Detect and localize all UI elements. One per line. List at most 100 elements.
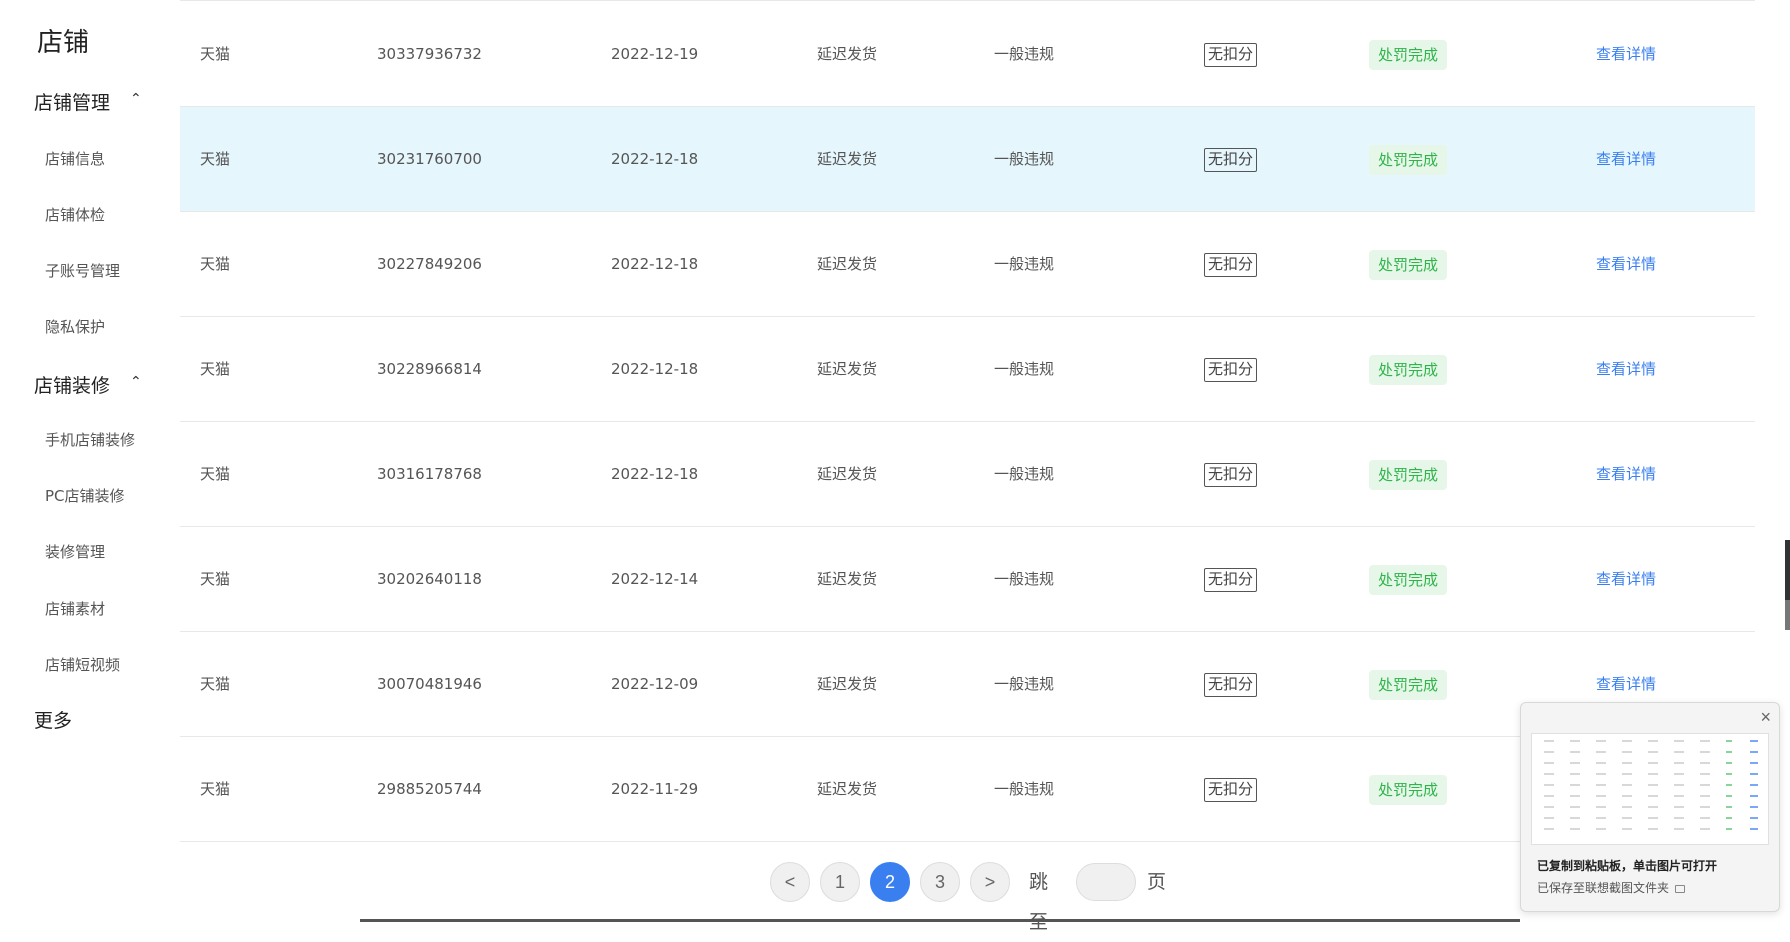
table-row[interactable]: 天猫 30231760700 2022-12-18 延迟发货 一般违规 无扣分 处罚完成 查看… bbox=[180, 107, 1755, 212]
sidebar-more[interactable]: 更多 bbox=[34, 706, 72, 733]
folder-icon[interactable] bbox=[1675, 884, 1686, 893]
thumbnail-mark bbox=[1700, 740, 1710, 742]
thumbnail-mark bbox=[1596, 773, 1606, 775]
close-icon[interactable]: × bbox=[1760, 707, 1771, 728]
violation-type-cell: 延迟发货 bbox=[817, 675, 878, 693]
toast-title: 已复制到粘贴板，单击图片可打开 bbox=[1537, 859, 1718, 873]
thumbnail-mark bbox=[1622, 828, 1632, 830]
next-page-button[interactable]: > bbox=[970, 862, 1010, 902]
platform-cell: 天猫 bbox=[200, 255, 231, 273]
score-cell: 无扣分 bbox=[1204, 2, 1258, 107]
violation-level-cell: 一般违规 bbox=[994, 150, 1055, 168]
thumbnail-mark bbox=[1700, 817, 1710, 819]
thumbnail-mark bbox=[1750, 773, 1758, 775]
table-row[interactable]: 天猫 30227849206 2022-12-18 延迟发货 一般违规 无扣分 处罚完成 查看… bbox=[180, 212, 1755, 317]
view-details-link[interactable]: 查看详情 bbox=[1596, 317, 1656, 422]
status-badge: 处罚完成 bbox=[1369, 564, 1448, 595]
violation-type-cell: 延迟发货 bbox=[817, 570, 878, 588]
thumbnail-mark bbox=[1622, 784, 1632, 786]
chevron-up-icon: ⌃ bbox=[130, 91, 142, 107]
violation-type-cell: 延迟发货 bbox=[817, 255, 878, 273]
screenshot-thumbnail[interactable] bbox=[1531, 733, 1769, 845]
violation-type-cell: 延迟发货 bbox=[817, 360, 878, 378]
thumbnail-mark bbox=[1596, 817, 1606, 819]
thumbnail-mark bbox=[1700, 773, 1710, 775]
thumbnail-mark bbox=[1648, 795, 1658, 797]
sidebar-group-shop-management[interactable]: 店铺管理 ⌃ bbox=[34, 88, 142, 115]
sidebar-item-mobile-decoration[interactable]: 手机店铺装修 bbox=[45, 429, 135, 450]
status-cell: 处罚完成 bbox=[1369, 527, 1448, 632]
violation-level-cell: 一般违规 bbox=[994, 780, 1055, 798]
thumbnail-mark bbox=[1648, 751, 1658, 753]
thumbnail-mark bbox=[1750, 740, 1758, 742]
view-details-link[interactable]: 查看详情 bbox=[1596, 2, 1656, 107]
thumbnail-mark bbox=[1648, 773, 1658, 775]
view-details-link[interactable]: 查看详情 bbox=[1596, 107, 1656, 212]
sidebar-item-privacy[interactable]: 隐私保护 bbox=[45, 316, 105, 337]
thumbnail-mark bbox=[1596, 806, 1606, 808]
thumbnail-mark bbox=[1596, 762, 1606, 764]
page-2-button[interactable]: 2 bbox=[870, 862, 910, 902]
sidebar-group-shop-decoration[interactable]: 店铺装修 ⌃ bbox=[34, 371, 142, 398]
thumbnail-mark bbox=[1570, 828, 1580, 830]
violation-id-cell: 30227849206 bbox=[377, 255, 482, 273]
sidebar-item-shop-checkup[interactable]: 店铺体检 bbox=[45, 204, 105, 225]
page-1-button[interactable]: 1 bbox=[820, 862, 860, 902]
score-cell: 无扣分 bbox=[1204, 422, 1258, 527]
sidebar-item-short-videos[interactable]: 店铺短视频 bbox=[45, 654, 120, 675]
violation-level-cell: 一般违规 bbox=[994, 45, 1055, 63]
table-row[interactable]: 天猫 30337936732 2022-12-19 延迟发货 一般违规 无扣分 处罚完成 查看… bbox=[180, 2, 1755, 107]
violation-id-cell: 30202640118 bbox=[377, 570, 482, 588]
page-3-button[interactable]: 3 bbox=[920, 862, 960, 902]
platform-cell: 天猫 bbox=[200, 150, 231, 168]
table-row[interactable]: 天猫 29885205744 2022-11-29 延迟发货 一般违规 无扣分 处罚完成 bbox=[180, 737, 1755, 842]
thumbnail-mark bbox=[1544, 817, 1554, 819]
sidebar-item-sub-accounts[interactable]: 子账号管理 bbox=[45, 260, 120, 281]
score-badge: 无扣分 bbox=[1204, 357, 1258, 382]
violation-level-cell: 一般违规 bbox=[994, 465, 1055, 483]
thumbnail-mark bbox=[1544, 773, 1554, 775]
table-row[interactable]: 天猫 30202640118 2022-12-14 延迟发货 一般违规 无扣分 处罚完成 查看… bbox=[180, 527, 1755, 632]
thumbnail-mark bbox=[1570, 740, 1580, 742]
thumbnail-mark bbox=[1544, 784, 1554, 786]
jump-page-input[interactable] bbox=[1076, 863, 1136, 901]
status-cell: 处罚完成 bbox=[1369, 737, 1448, 842]
chevron-up-icon: ⌃ bbox=[130, 374, 142, 390]
score-badge: 无扣分 bbox=[1204, 147, 1258, 172]
view-details-link[interactable]: 查看详情 bbox=[1596, 212, 1656, 317]
platform-cell: 天猫 bbox=[200, 780, 231, 798]
table-row[interactable]: 天猫 30316178768 2022-12-18 延迟发货 一般违规 无扣分 处罚完成 查看… bbox=[180, 422, 1755, 527]
score-cell: 无扣分 bbox=[1204, 527, 1258, 632]
sidebar-group-label: 店铺管理 bbox=[34, 92, 111, 114]
thumbnail-mark bbox=[1674, 740, 1684, 742]
sidebar-item-decoration-management[interactable]: 装修管理 bbox=[45, 541, 105, 562]
thumbnail-mark bbox=[1622, 806, 1632, 808]
violation-level-cell: 一般违规 bbox=[994, 570, 1055, 588]
thumbnail-mark bbox=[1544, 740, 1554, 742]
thumbnail-mark bbox=[1570, 817, 1580, 819]
thumbnail-mark bbox=[1674, 762, 1684, 764]
thumbnail-mark bbox=[1726, 784, 1732, 786]
sidebar-item-pc-decoration[interactable]: PC店铺装修 bbox=[45, 485, 125, 506]
sidebar-item-shop-materials[interactable]: 店铺素材 bbox=[45, 598, 105, 619]
violation-level-cell: 一般违规 bbox=[994, 360, 1055, 378]
score-cell: 无扣分 bbox=[1204, 632, 1258, 737]
thumbnail-mark bbox=[1700, 806, 1710, 808]
table-row[interactable]: 天猫 30070481946 2022-12-09 延迟发货 一般违规 无扣分 处罚完成 查看… bbox=[180, 632, 1755, 737]
thumbnail-mark bbox=[1648, 784, 1658, 786]
window-edge bbox=[1785, 600, 1790, 630]
table-row[interactable]: 天猫 30228966814 2022-12-18 延迟发货 一般违规 无扣分 处罚完成 查看… bbox=[180, 317, 1755, 422]
view-details-link[interactable]: 查看详情 bbox=[1596, 527, 1656, 632]
thumbnail-mark bbox=[1622, 795, 1632, 797]
sidebar-item-shop-info[interactable]: 店铺信息 bbox=[45, 148, 105, 169]
thumbnail-mark bbox=[1726, 806, 1732, 808]
thumbnail-mark bbox=[1648, 806, 1658, 808]
platform-cell: 天猫 bbox=[200, 45, 231, 63]
date-cell: 2022-11-29 bbox=[611, 780, 699, 798]
date-cell: 2022-12-09 bbox=[611, 675, 699, 693]
sidebar-title: 店铺 bbox=[37, 28, 90, 58]
view-details-link[interactable]: 查看详情 bbox=[1596, 422, 1656, 527]
thumbnail-mark bbox=[1750, 751, 1758, 753]
prev-page-button[interactable]: < bbox=[770, 862, 810, 902]
table-top-divider bbox=[180, 0, 1755, 1]
